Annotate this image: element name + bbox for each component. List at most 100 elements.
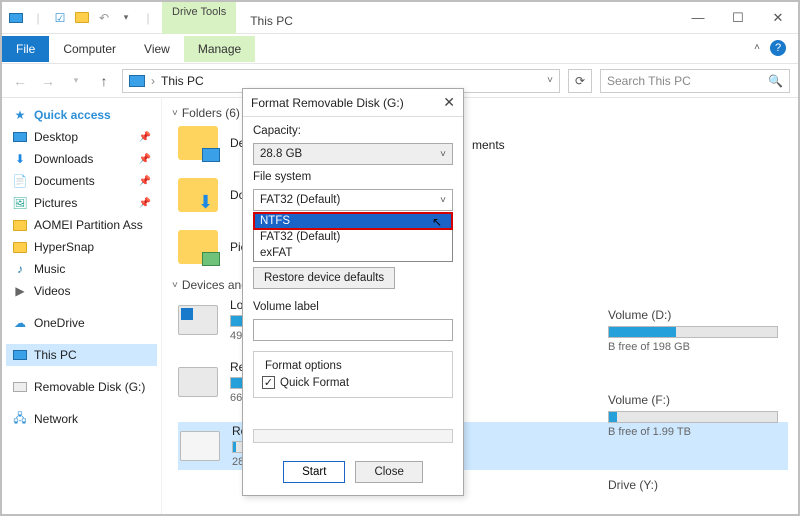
star-icon: ★: [12, 107, 28, 123]
qat-dropdown-icon[interactable]: ▾: [118, 10, 134, 26]
qat-undo-icon[interactable]: ↶: [96, 10, 112, 26]
sidebar-item-music[interactable]: ♪Music: [6, 258, 157, 280]
progress-bar: [253, 429, 453, 443]
drive-icon: [178, 305, 218, 335]
removable-drive-icon: [180, 431, 220, 461]
tab-view[interactable]: View: [130, 36, 184, 62]
checkbox-icon: ✓: [262, 376, 275, 389]
music-icon: ♪: [12, 261, 28, 277]
capacity-label: Capacity:: [253, 125, 453, 137]
contextual-tab-label: Drive Tools: [162, 2, 236, 34]
dialog-button-row: Start Close: [243, 451, 463, 495]
up-button[interactable]: ↑: [94, 71, 114, 91]
filesystem-select[interactable]: FAT32 (Default)˅ NTFS ↖ FAT32 (Default) …: [253, 189, 453, 211]
recent-locations-dropdown[interactable]: ▾: [66, 71, 86, 91]
refresh-button[interactable]: ⟳: [568, 69, 592, 93]
explorer-window: | ☑ ↶ ▾ | Drive Tools This PC — ☐ ✕ File…: [0, 0, 800, 516]
sidebar-item-hypersnap[interactable]: HyperSnap: [6, 236, 157, 258]
format-options-group: Format options ✓ Quick Format: [253, 351, 453, 398]
dialog-title: Format Removable Disk (G:): [251, 96, 404, 110]
window-controls: — ☐ ✕: [678, 4, 798, 32]
filesystem-dropdown: NTFS ↖ FAT32 (Default) exFAT: [253, 212, 453, 262]
usage-bar: [608, 411, 778, 423]
video-icon: ▶: [12, 283, 28, 299]
pc-icon: [129, 75, 145, 87]
drive-volume-f[interactable]: Volume (F:) B free of 1.99 TB: [608, 393, 778, 438]
fs-option-ntfs[interactable]: NTFS ↖: [254, 213, 452, 229]
folder-icon: [178, 126, 218, 160]
qat-separator: |: [30, 10, 46, 26]
app-icon: [8, 10, 24, 26]
network-icon: 🖧: [12, 411, 28, 427]
sidebar-item-desktop[interactable]: Desktop📌: [6, 126, 157, 148]
ribbon: File Computer View Manage ˄ ?: [2, 34, 798, 64]
search-icon: 🔍: [768, 74, 783, 88]
filesystem-label: File system: [253, 171, 453, 183]
sidebar-quick-access[interactable]: ★ Quick access: [6, 104, 157, 126]
drive-icon: [178, 367, 218, 397]
minimize-button[interactable]: —: [678, 4, 718, 32]
nav-pane: ★ Quick access Desktop📌 ⬇Downloads📌 📄Doc…: [2, 98, 162, 514]
sidebar-onedrive[interactable]: ☁OneDrive: [6, 312, 157, 334]
cursor-icon: ↖: [432, 215, 442, 229]
fs-option-exfat[interactable]: exFAT: [254, 245, 452, 261]
qat-newfolder-icon[interactable]: [74, 10, 90, 26]
folder-icon: [178, 230, 218, 264]
sidebar-this-pc[interactable]: This PC: [6, 344, 157, 366]
titlebar: | ☑ ↶ ▾ | Drive Tools This PC — ☐ ✕: [2, 2, 798, 34]
volume-label-label: Volume label: [253, 301, 453, 313]
usage-bar: [608, 326, 778, 338]
volume-label-input[interactable]: [253, 319, 453, 341]
drive-volume-d[interactable]: Volume (D:) B free of 198 GB: [608, 308, 778, 353]
back-button[interactable]: ←: [10, 71, 30, 91]
sidebar-removable-disk[interactable]: Removable Disk (G:): [6, 376, 157, 398]
pc-icon: [12, 347, 28, 363]
sidebar-network[interactable]: 🖧Network: [6, 408, 157, 430]
search-input[interactable]: Search This PC 🔍: [600, 69, 790, 93]
fs-option-fat32[interactable]: FAT32 (Default): [254, 229, 452, 245]
breadcrumb-sep-icon: ›: [151, 74, 155, 88]
download-icon: ⬇: [12, 151, 28, 167]
breadcrumb[interactable]: This PC: [161, 74, 204, 88]
chevron-down-icon: ˅: [440, 195, 446, 206]
start-button[interactable]: Start: [283, 461, 345, 483]
window-title: This PC: [236, 8, 307, 28]
quick-access-toolbar: | ☑ ↶ ▾ |: [2, 10, 162, 26]
tab-manage[interactable]: Manage: [184, 36, 255, 62]
tab-file[interactable]: File: [2, 36, 49, 62]
pin-icon: 📌: [139, 198, 151, 209]
help-icon[interactable]: ?: [770, 40, 786, 56]
qat-properties-icon[interactable]: ☑: [52, 10, 68, 26]
chevron-down-icon: ˅: [172, 280, 178, 291]
sidebar-item-pictures[interactable]: 🖼Pictures📌: [6, 192, 157, 214]
folder-icon: [12, 239, 28, 255]
close-button[interactable]: ✕: [758, 4, 798, 32]
drive-y[interactable]: Drive (Y:): [608, 478, 778, 496]
forward-button[interactable]: →: [38, 71, 58, 91]
document-icon: 📄: [12, 173, 28, 189]
pin-icon: 📌: [139, 132, 151, 143]
dialog-close-icon[interactable]: ✕: [443, 94, 455, 111]
sidebar-item-downloads[interactable]: ⬇Downloads📌: [6, 148, 157, 170]
sidebar-item-documents[interactable]: 📄Documents📌: [6, 170, 157, 192]
folder-icon: ⬇: [178, 178, 218, 212]
collapse-ribbon-icon[interactable]: ˄: [754, 42, 760, 53]
capacity-select[interactable]: 28.8 GB˅: [253, 143, 453, 165]
address-dropdown-icon[interactable]: ˅: [547, 75, 553, 86]
restore-defaults-button[interactable]: Restore device defaults: [253, 267, 395, 289]
format-options-legend: Format options: [262, 360, 345, 372]
dialog-titlebar: Format Removable Disk (G:) ✕: [243, 89, 463, 117]
sidebar-item-videos[interactable]: ▶Videos: [6, 280, 157, 302]
tab-computer[interactable]: Computer: [49, 36, 130, 62]
chevron-down-icon: ˅: [440, 149, 446, 160]
maximize-button[interactable]: ☐: [718, 4, 758, 32]
folder-icon: [12, 217, 28, 233]
pin-icon: 📌: [139, 154, 151, 165]
quick-format-checkbox[interactable]: ✓ Quick Format: [262, 376, 444, 389]
close-button[interactable]: Close: [355, 461, 422, 483]
pictures-icon: 🖼: [12, 195, 28, 211]
ghost-label: ments: [472, 138, 505, 152]
sidebar-item-aomei[interactable]: AOMEI Partition Ass: [6, 214, 157, 236]
cloud-icon: ☁: [12, 315, 28, 331]
qat-separator-2: |: [140, 10, 156, 26]
